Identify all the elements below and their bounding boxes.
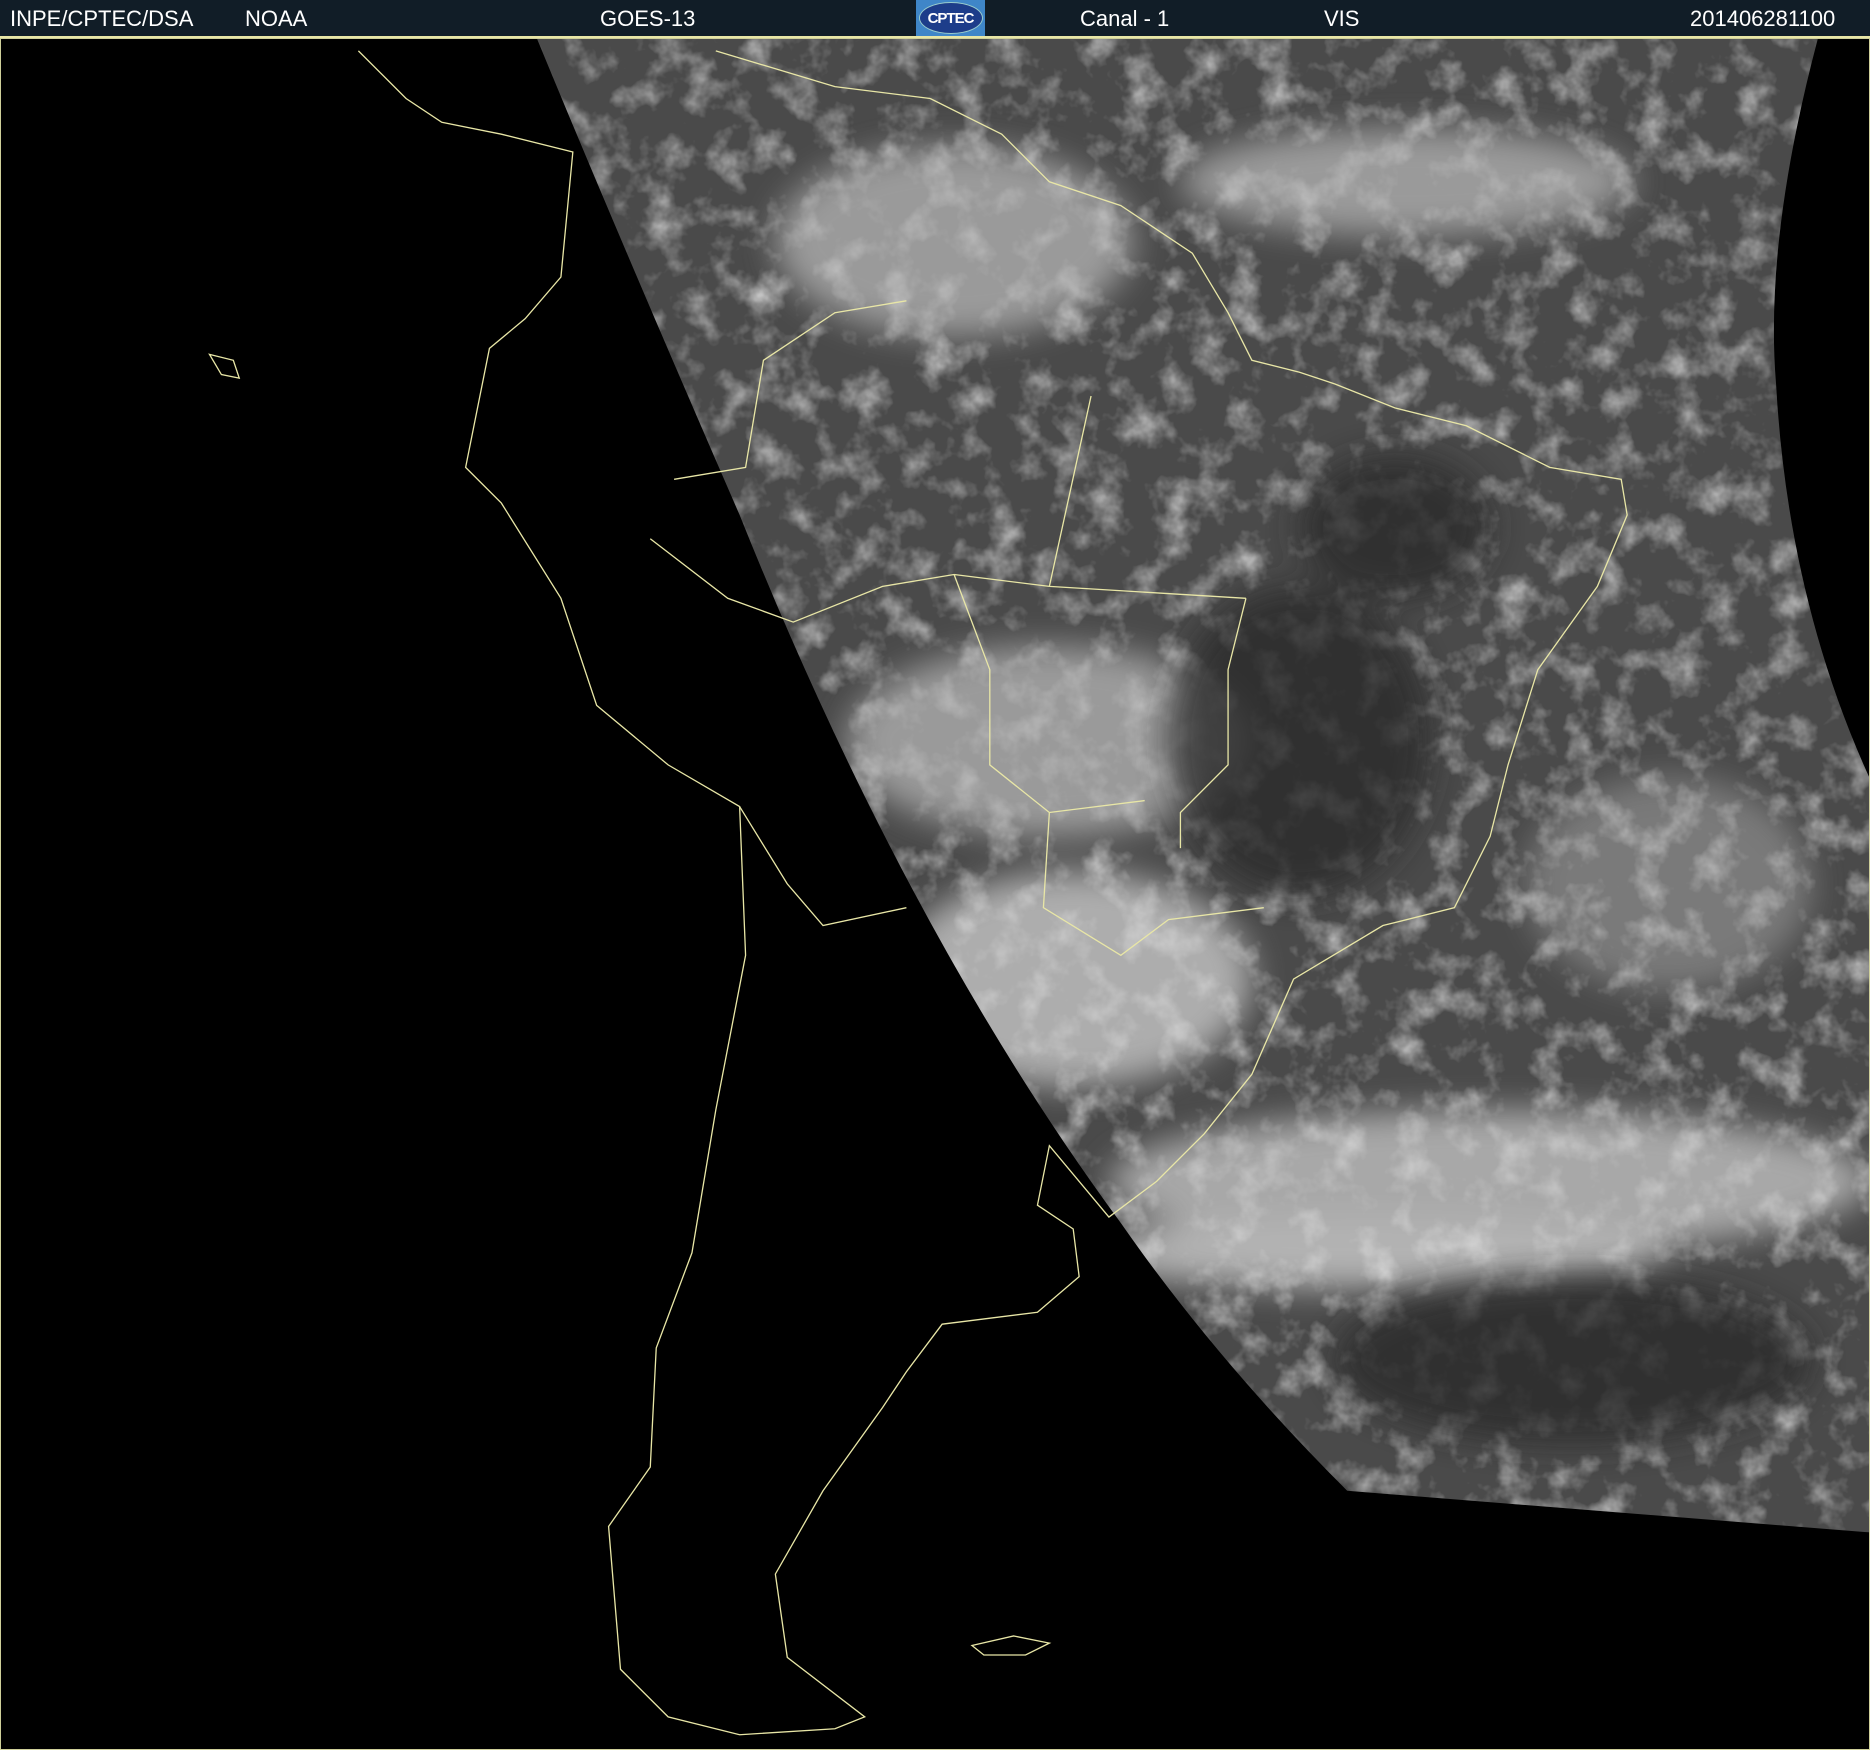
satellite-label: GOES-13 <box>600 6 696 31</box>
band-label: VIS <box>1324 6 1360 31</box>
image-header: INPE/CPTEC/DSA NOAA GOES-13 CPTEC Canal … <box>0 0 1870 38</box>
timestamp-label: 201406281100 <box>1690 6 1836 31</box>
institution-label: INPE/CPTEC/DSA <box>10 6 194 31</box>
cptec-logo-text: CPTEC <box>918 2 983 34</box>
satellite-image <box>0 38 1870 1750</box>
agency-label: NOAA <box>245 6 308 31</box>
cptec-logo: CPTEC <box>916 0 985 36</box>
channel-label: Canal - 1 <box>1080 6 1170 31</box>
satellite-map <box>1 39 1869 1749</box>
